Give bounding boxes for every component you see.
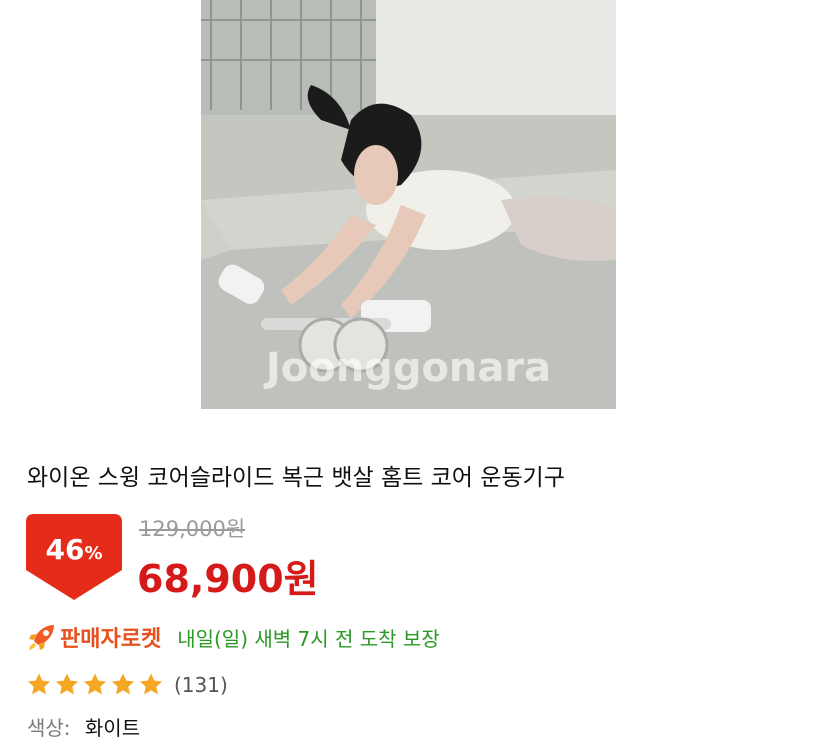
- discount-unit: %: [84, 543, 103, 564]
- product-image[interactable]: Joonggonara: [201, 0, 616, 409]
- discount-badge: 46%: [26, 514, 122, 600]
- delivery-info: 판매자로켓 내일(일) 새벽 7시 전 도착 보장: [26, 620, 440, 654]
- image-watermark: Joonggonara: [265, 345, 552, 391]
- discount-number: 46: [45, 533, 85, 566]
- rating[interactable]: (131): [26, 672, 228, 698]
- rocket-icon: [29, 625, 54, 650]
- color-option: 색상: 화이트: [27, 712, 140, 741]
- review-count[interactable]: (131): [174, 673, 228, 697]
- option-value: 화이트: [84, 716, 141, 740]
- sale-price: 68,900원: [137, 557, 319, 601]
- original-price: 129,000원: [139, 517, 246, 541]
- star-icon: [83, 673, 107, 695]
- discount-badge-text: 46%: [26, 533, 122, 566]
- seller-rocket-label: 판매자로켓: [60, 627, 162, 652]
- star-icon: [111, 673, 135, 695]
- star-icon: [55, 673, 79, 695]
- star-icon: [27, 673, 51, 695]
- product-title[interactable]: 와이온 스윙 코어슬라이드 복근 뱃살 홈트 코어 운동기구: [27, 458, 565, 492]
- star-icon: [139, 673, 163, 695]
- delivery-eta: 내일(일) 새벽 7시 전 도착 보장: [177, 626, 440, 651]
- option-label: 색상:: [27, 716, 71, 740]
